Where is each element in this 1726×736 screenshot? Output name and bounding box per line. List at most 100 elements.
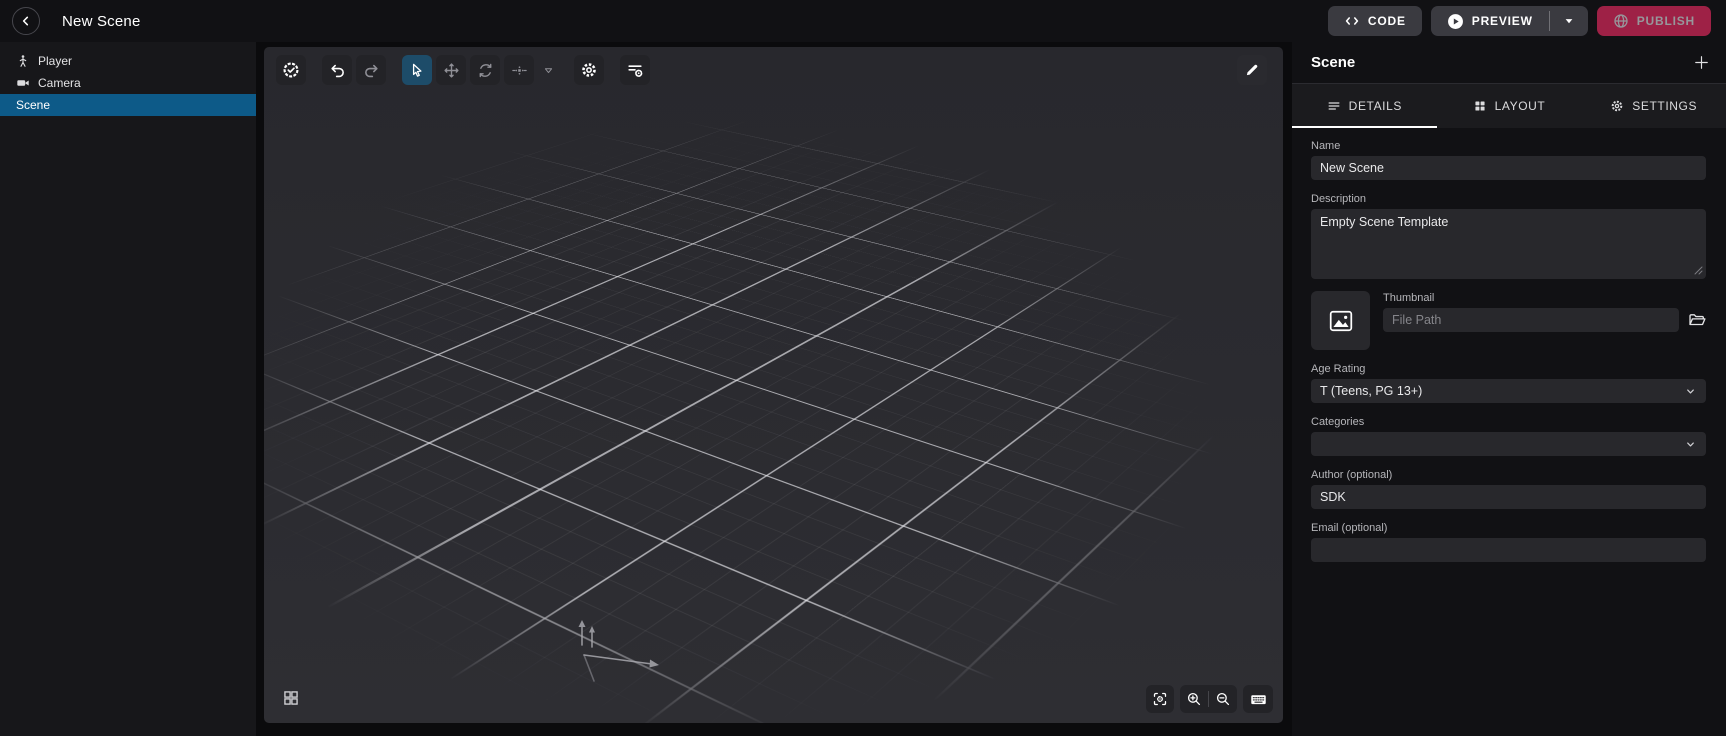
scene-inspector-toggle-button[interactable] — [620, 55, 650, 85]
zoom-controls — [1180, 685, 1237, 713]
browse-file-button[interactable] — [1688, 311, 1706, 329]
name-label: Name — [1311, 140, 1706, 152]
description-textarea[interactable]: Empty Scene Template — [1311, 209, 1706, 279]
edit-scene-button[interactable] — [1237, 55, 1267, 85]
move-icon — [443, 62, 460, 79]
gear-icon — [580, 61, 598, 79]
tab-settings[interactable]: SETTINGS — [1581, 84, 1726, 128]
inspector-title: Scene — [1311, 54, 1355, 71]
grid-2x2-icon — [282, 689, 300, 707]
select-tool-button[interactable] — [402, 55, 432, 85]
email-input[interactable] — [1311, 538, 1706, 562]
scale-tool-button[interactable] — [504, 55, 534, 85]
viewport-settings-button[interactable] — [574, 55, 604, 85]
rotate-tool-button[interactable] — [470, 55, 500, 85]
redo-button[interactable] — [356, 55, 386, 85]
tab-label: SETTINGS — [1632, 99, 1697, 113]
focus-icon — [1152, 691, 1168, 707]
shortcuts-button[interactable] — [1243, 685, 1273, 713]
list-icon — [1327, 99, 1341, 113]
chevron-down-icon — [1684, 385, 1697, 398]
player-icon — [16, 54, 30, 68]
thumbnail-label: Thumbnail — [1383, 292, 1706, 304]
pointer-icon — [409, 62, 425, 78]
tree-item-camera[interactable]: Camera — [0, 72, 256, 94]
tab-details[interactable]: DETAILS — [1292, 84, 1437, 128]
undo-button[interactable] — [322, 55, 352, 85]
categories-select[interactable] — [1311, 432, 1706, 456]
tab-label: DETAILS — [1349, 99, 1402, 113]
preview-button[interactable]: PREVIEW — [1431, 6, 1549, 36]
undo-icon — [329, 62, 346, 79]
caret-down-icon — [1563, 15, 1575, 27]
reset-camera-button[interactable] — [1146, 685, 1174, 713]
image-icon — [1328, 308, 1354, 334]
list-settings-icon — [626, 61, 644, 79]
preview-options-button[interactable] — [1550, 6, 1588, 36]
zoom-out-button[interactable] — [1209, 685, 1237, 713]
code-button[interactable]: CODE — [1328, 6, 1422, 36]
camera-controls — [1146, 685, 1273, 713]
tree-item-scene[interactable]: Scene — [0, 94, 256, 116]
entity-tree: Player Camera Scene — [0, 42, 256, 116]
viewport-toolbar — [276, 55, 650, 85]
age-rating-label: Age Rating — [1311, 363, 1706, 375]
thumbnail-path-input[interactable] — [1383, 308, 1679, 332]
play-circle-icon — [1447, 13, 1464, 30]
thumbnail-section: Thumbnail — [1311, 291, 1706, 350]
tab-layout[interactable]: LAYOUT — [1437, 84, 1582, 128]
scene-editor-app: New Scene CODE PREVIEW — [0, 0, 1726, 736]
page-title: New Scene — [62, 13, 141, 30]
tree-item-label: Player — [38, 54, 72, 68]
publish-button[interactable]: PUBLISH — [1597, 6, 1711, 36]
zoom-in-icon — [1186, 691, 1202, 707]
gear-icon — [1610, 99, 1624, 113]
parcel-grid-toggle-button[interactable] — [276, 683, 306, 713]
folder-open-icon — [1688, 311, 1706, 329]
viewport-3d[interactable] — [264, 47, 1283, 723]
tool-options-caret-button[interactable] — [538, 55, 558, 85]
redo-icon — [363, 62, 380, 79]
email-label: Email (optional) — [1311, 522, 1706, 534]
smart-item-badge-button[interactable] — [276, 55, 306, 85]
tab-label: LAYOUT — [1495, 99, 1546, 113]
keyboard-icon — [1250, 691, 1267, 708]
tree-item-label: Scene — [16, 98, 50, 112]
chevron-down-icon — [1684, 438, 1697, 451]
grid-icon — [1473, 99, 1487, 113]
header-actions: CODE PREVIEW — [1328, 6, 1726, 36]
plus-icon — [1693, 54, 1710, 71]
publish-button-label: PUBLISH — [1637, 14, 1695, 28]
inspector-panel: Scene DETAILS LAYOUT — [1292, 42, 1726, 736]
thumbnail-preview[interactable] — [1311, 291, 1370, 350]
rotate-icon — [477, 62, 494, 79]
header-bar: New Scene CODE PREVIEW — [0, 0, 1726, 42]
author-input[interactable] — [1311, 485, 1706, 509]
code-icon — [1344, 13, 1360, 29]
axis-gizmo — [564, 607, 684, 682]
age-rating-value: T (Teens, PG 13+) — [1320, 384, 1422, 398]
zoom-in-button[interactable] — [1180, 685, 1208, 713]
ground-grid — [264, 47, 1283, 723]
age-rating-select[interactable]: T (Teens, PG 13+) — [1311, 379, 1706, 403]
add-component-button[interactable] — [1693, 54, 1710, 71]
pencil-icon — [1244, 62, 1260, 78]
chevron-left-icon — [19, 14, 33, 28]
globe-icon — [1613, 13, 1629, 29]
name-input[interactable] — [1311, 156, 1706, 180]
tree-item-label: Camera — [38, 76, 81, 90]
back-button[interactable] — [12, 7, 40, 35]
preview-button-label: PREVIEW — [1472, 14, 1533, 28]
inspector-tabs: DETAILS LAYOUT SETTINGS — [1292, 84, 1726, 128]
move-tool-button[interactable] — [436, 55, 466, 85]
entity-tree-panel: Player Camera Scene — [0, 42, 256, 736]
description-label: Description — [1311, 193, 1706, 205]
zoom-out-icon — [1215, 691, 1231, 707]
tree-item-player[interactable]: Player — [0, 50, 256, 72]
categories-label: Categories — [1311, 416, 1706, 428]
author-label: Author (optional) — [1311, 469, 1706, 481]
camera-icon — [16, 76, 30, 90]
badge-check-icon — [282, 61, 300, 79]
scene-details-form: Name Description Empty Scene Template Th… — [1292, 128, 1726, 562]
code-button-label: CODE — [1368, 14, 1406, 28]
